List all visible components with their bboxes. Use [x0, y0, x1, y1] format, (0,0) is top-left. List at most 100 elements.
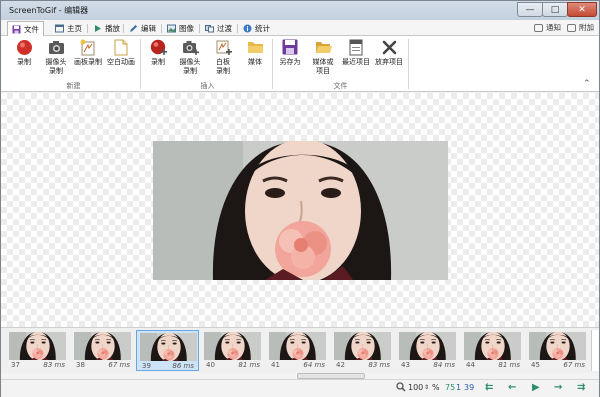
first-frame-icon[interactable]: ⇇ — [485, 382, 493, 393]
attach-tab[interactable]: 附加 — [567, 22, 594, 33]
group-label-insert: 插入 — [200, 82, 215, 90]
frame-number: 42 — [336, 361, 345, 369]
transition-icon — [205, 24, 214, 33]
zoom-icon — [396, 382, 406, 394]
frame-number: 40 — [206, 361, 215, 369]
frame-thumbnail[interactable]: 37 83 ms — [6, 330, 69, 371]
frame-delay: 67 ms — [108, 361, 130, 369]
ribbon-panel: 录制 摄像头 录制 画板录制 空白动画 新建 录制 摄像头 录制 白板 录制 媒… — [1, 36, 599, 92]
board-add-icon — [214, 38, 232, 56]
camera-add-icon — [181, 38, 199, 56]
frame-thumbnail-image — [464, 332, 521, 360]
ribbon-tabs: 文件 主页 播放 编辑 图像 过渡 统计 通知 附加 — [1, 20, 599, 37]
frame-thumbnail[interactable]: 45 67 ms — [526, 330, 589, 371]
frame-number: 41 — [271, 361, 280, 369]
save-as-icon — [281, 38, 299, 56]
zoom-value[interactable]: 100 — [408, 383, 423, 392]
tab-label: 图像 — [179, 24, 194, 33]
frame-thumbnail-image — [399, 332, 456, 360]
frame-thumbnail[interactable]: 38 67 ms — [71, 330, 134, 371]
frame-number: 45 — [531, 361, 540, 369]
recent-projects-button[interactable]: 最近项目 — [339, 38, 373, 67]
tab-play[interactable]: 播放 — [89, 21, 124, 36]
attachment-icon — [567, 23, 576, 32]
zoom-spinner-icon[interactable]: ⇕ — [424, 384, 429, 391]
frame-thumbnail-image — [140, 333, 197, 361]
frame-thumbnail[interactable]: 43 84 ms — [396, 330, 459, 371]
frame-thumbnail-partial — [591, 330, 599, 371]
tab-divider — [199, 24, 200, 33]
tab-home[interactable]: 主页 — [51, 21, 86, 36]
insert-board-record-button[interactable]: 白板 录制 — [208, 38, 238, 75]
frame-filmstrip: 37 83 ms 38 67 ms 39 86 ms 40 81 ms 41 6… — [1, 327, 599, 373]
editor-window: ScreenToGif - 编辑器 — □ ✕ 文件 主页 播放 编辑 图像 过… — [0, 0, 600, 397]
frame-thumbnail-image — [204, 332, 261, 360]
tab-image[interactable]: 图像 — [163, 21, 198, 36]
frame-canvas[interactable] — [1, 93, 599, 327]
close-button[interactable]: ✕ — [567, 2, 597, 17]
frame-delay: 81 ms — [238, 361, 260, 369]
tab-label: 过渡 — [217, 24, 232, 33]
collapse-ribbon-icon[interactable]: ⌃ — [583, 79, 591, 89]
play-icon[interactable]: ▶ — [532, 382, 540, 393]
blank-icon — [112, 38, 130, 56]
insert-media-button[interactable]: 媒体 — [241, 38, 269, 67]
zoom-unit: % — [432, 383, 440, 392]
tab-file[interactable]: 文件 — [7, 21, 44, 37]
save-as-button[interactable]: 另存为 — [276, 38, 304, 67]
frame-delay: 86 ms — [172, 362, 194, 370]
frame-number: 38 — [76, 361, 85, 369]
frame-thumbnail[interactable]: 44 81 ms — [461, 330, 524, 371]
group-divider — [140, 39, 141, 89]
tab-label: 播放 — [105, 24, 120, 33]
tab-statistics[interactable]: 统计 — [239, 21, 274, 36]
frame-thumbnail[interactable]: 40 81 ms — [201, 330, 264, 371]
new-webcam-record-button[interactable]: 摄像头 录制 — [41, 38, 71, 75]
minimize-button[interactable]: — — [517, 2, 543, 17]
new-blank-animation-button[interactable]: 空白动画 — [105, 38, 137, 67]
play-icon — [93, 24, 102, 33]
group-label-file: 文件 — [333, 82, 348, 90]
board-icon — [79, 38, 97, 56]
insert-webcam-record-button[interactable]: 摄像头 录制 — [174, 38, 206, 75]
discard-icon — [380, 38, 398, 56]
tab-transition[interactable]: 过渡 — [201, 21, 236, 36]
current-frame: 39 — [464, 383, 475, 392]
next-frame-icon[interactable]: → — [554, 382, 562, 393]
frame-number: 44 — [466, 361, 475, 369]
new-board-record-button[interactable]: 画板录制 — [73, 38, 103, 67]
frame-thumbnail[interactable]: 42 83 ms — [331, 330, 394, 371]
frame-thumbnail[interactable]: 41 64 ms — [266, 330, 329, 371]
discard-project-button[interactable]: 放弃项目 — [373, 38, 405, 67]
home-icon — [55, 24, 64, 33]
tab-label: 编辑 — [141, 24, 156, 33]
pencil-icon — [129, 24, 138, 33]
previous-frame-icon[interactable]: ← — [508, 382, 516, 393]
group-divider — [272, 39, 273, 89]
tab-label: 统计 — [255, 24, 270, 33]
title-bar: ScreenToGif - 编辑器 — □ ✕ — [1, 1, 599, 20]
frame-number: 43 — [401, 361, 410, 369]
insert-record-button[interactable]: 录制 — [146, 38, 170, 67]
record-add-icon — [149, 38, 167, 56]
open-media-or-project-button[interactable]: 媒体或 项目 — [307, 38, 339, 75]
frame-thumbnail-image — [269, 332, 326, 360]
group-label-new: 新建 — [66, 82, 81, 90]
attach-label: 附加 — [579, 23, 594, 32]
frame-delay: 83 ms — [368, 361, 390, 369]
last-frame-icon[interactable]: ⇉ — [577, 382, 585, 393]
image-icon — [167, 24, 176, 33]
selected-count: 1 — [456, 383, 462, 392]
frame-thumbnail-image — [529, 332, 586, 360]
tab-label: 文件 — [24, 25, 39, 34]
maximize-button[interactable]: □ — [542, 2, 568, 17]
tab-edit[interactable]: 编辑 — [125, 21, 160, 36]
notify-tab[interactable]: 通知 — [534, 22, 561, 33]
frame-thumbnail-selected[interactable]: 39 86 ms — [136, 330, 199, 371]
new-record-button[interactable]: 录制 — [10, 38, 38, 67]
group-divider — [408, 39, 409, 89]
notify-label: 通知 — [546, 23, 561, 32]
record-icon — [15, 38, 33, 56]
frame-number: 39 — [142, 362, 151, 370]
tab-divider — [237, 24, 238, 33]
